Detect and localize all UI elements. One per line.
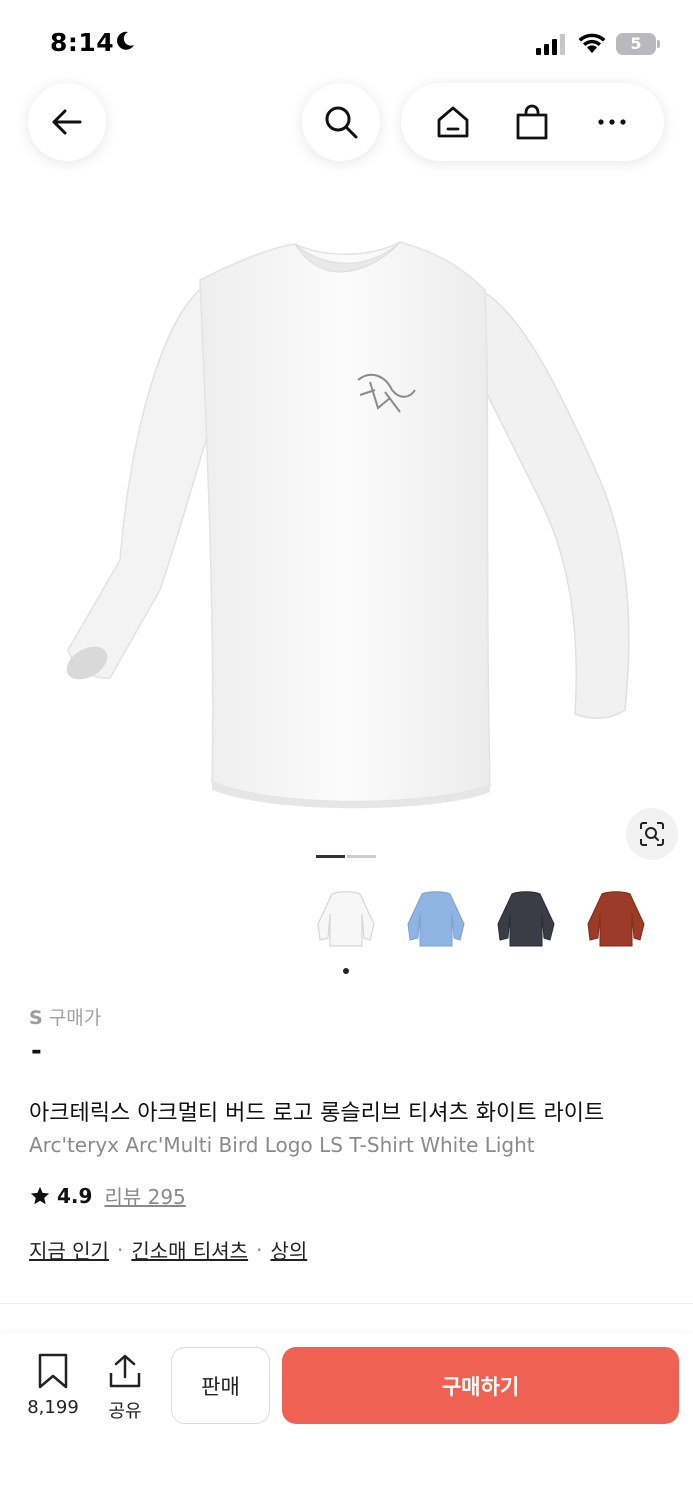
product-image[interactable] — [40, 230, 660, 830]
image-search-button[interactable] — [626, 808, 678, 860]
share-button[interactable]: 공유 — [100, 1353, 150, 1423]
moon-icon — [117, 31, 134, 50]
pager-segment — [347, 855, 376, 858]
wishlist-count: 8,199 — [27, 1397, 79, 1418]
shirt-thumbnail-icon — [407, 891, 465, 947]
pager-segment-active — [316, 855, 345, 858]
thumbnail-white[interactable] — [306, 880, 386, 960]
star-icon — [30, 1186, 50, 1204]
search-icon — [325, 106, 358, 139]
more-button[interactable] — [582, 92, 642, 152]
battery-indicator: 5 — [616, 33, 660, 55]
thumbnail-charcoal[interactable] — [486, 880, 566, 960]
size-label: S — [29, 1007, 43, 1029]
status-time: 8:14 — [50, 28, 115, 57]
price-label: 구매가 — [48, 1007, 102, 1029]
home-button[interactable] — [423, 92, 483, 152]
rating-row: 4.9 리뷰 295 — [29, 1181, 186, 1210]
sell-button[interactable]: 판매 — [171, 1347, 270, 1424]
share-label: 공유 — [108, 1401, 142, 1422]
thumbnail-light-blue[interactable] — [396, 880, 476, 960]
search-button[interactable] — [302, 83, 380, 161]
cellular-signal-icon — [536, 34, 565, 55]
back-button[interactable] — [28, 83, 106, 161]
back-arrow-icon — [52, 109, 82, 135]
tag-tops[interactable]: 상의 — [270, 1235, 307, 1264]
price-value: - — [31, 1036, 42, 1066]
thumbnail-rust-red[interactable] — [576, 880, 656, 960]
product-title-korean: 아크테릭스 아크멀티 버드 로고 롱슬리브 티셔츠 화이트 라이트 — [29, 1101, 605, 1126]
section-divider — [0, 1303, 693, 1304]
battery-level: 5 — [630, 34, 642, 53]
share-icon — [109, 1354, 141, 1388]
category-tags: 지금 인기 · 긴소매 티셔츠 · 상의 — [29, 1235, 307, 1264]
shopping-bag-icon — [517, 104, 548, 140]
bookmark-icon — [38, 1353, 68, 1389]
shirt-thumbnail-icon — [317, 891, 375, 947]
tag-trending[interactable]: 지금 인기 — [29, 1235, 109, 1264]
thumbnail-selected-indicator — [343, 968, 349, 974]
product-title-english: Arc'teryx Arc'Multi Bird Logo LS T-Shirt… — [29, 1133, 535, 1157]
bottom-action-bar: 8,199 공유 판매 구매하기 — [0, 1333, 693, 1500]
size-price-label: S 구매가 — [29, 1003, 101, 1030]
buy-button[interactable]: 구매하기 — [282, 1347, 679, 1424]
home-icon — [437, 106, 469, 138]
rating-score: 4.9 — [57, 1183, 93, 1208]
status-bar: 8:14 5 — [0, 0, 693, 80]
shirt-thumbnail-icon — [587, 891, 645, 947]
more-icon — [598, 119, 626, 125]
wifi-icon — [578, 33, 606, 53]
nav-action-group — [401, 83, 664, 161]
tag-separator: · — [116, 1237, 124, 1262]
lens-icon — [640, 822, 664, 846]
cart-button[interactable] — [502, 92, 562, 152]
tag-long-sleeve-tshirts[interactable]: 긴소매 티셔츠 — [131, 1235, 248, 1264]
tag-separator: · — [256, 1237, 263, 1262]
shirt-thumbnail-icon — [497, 891, 555, 947]
image-pager — [316, 855, 376, 859]
reviews-link[interactable]: 리뷰 295 — [104, 1181, 185, 1210]
wishlist-button[interactable]: 8,199 — [22, 1353, 84, 1418]
color-thumbnails — [306, 880, 666, 960]
